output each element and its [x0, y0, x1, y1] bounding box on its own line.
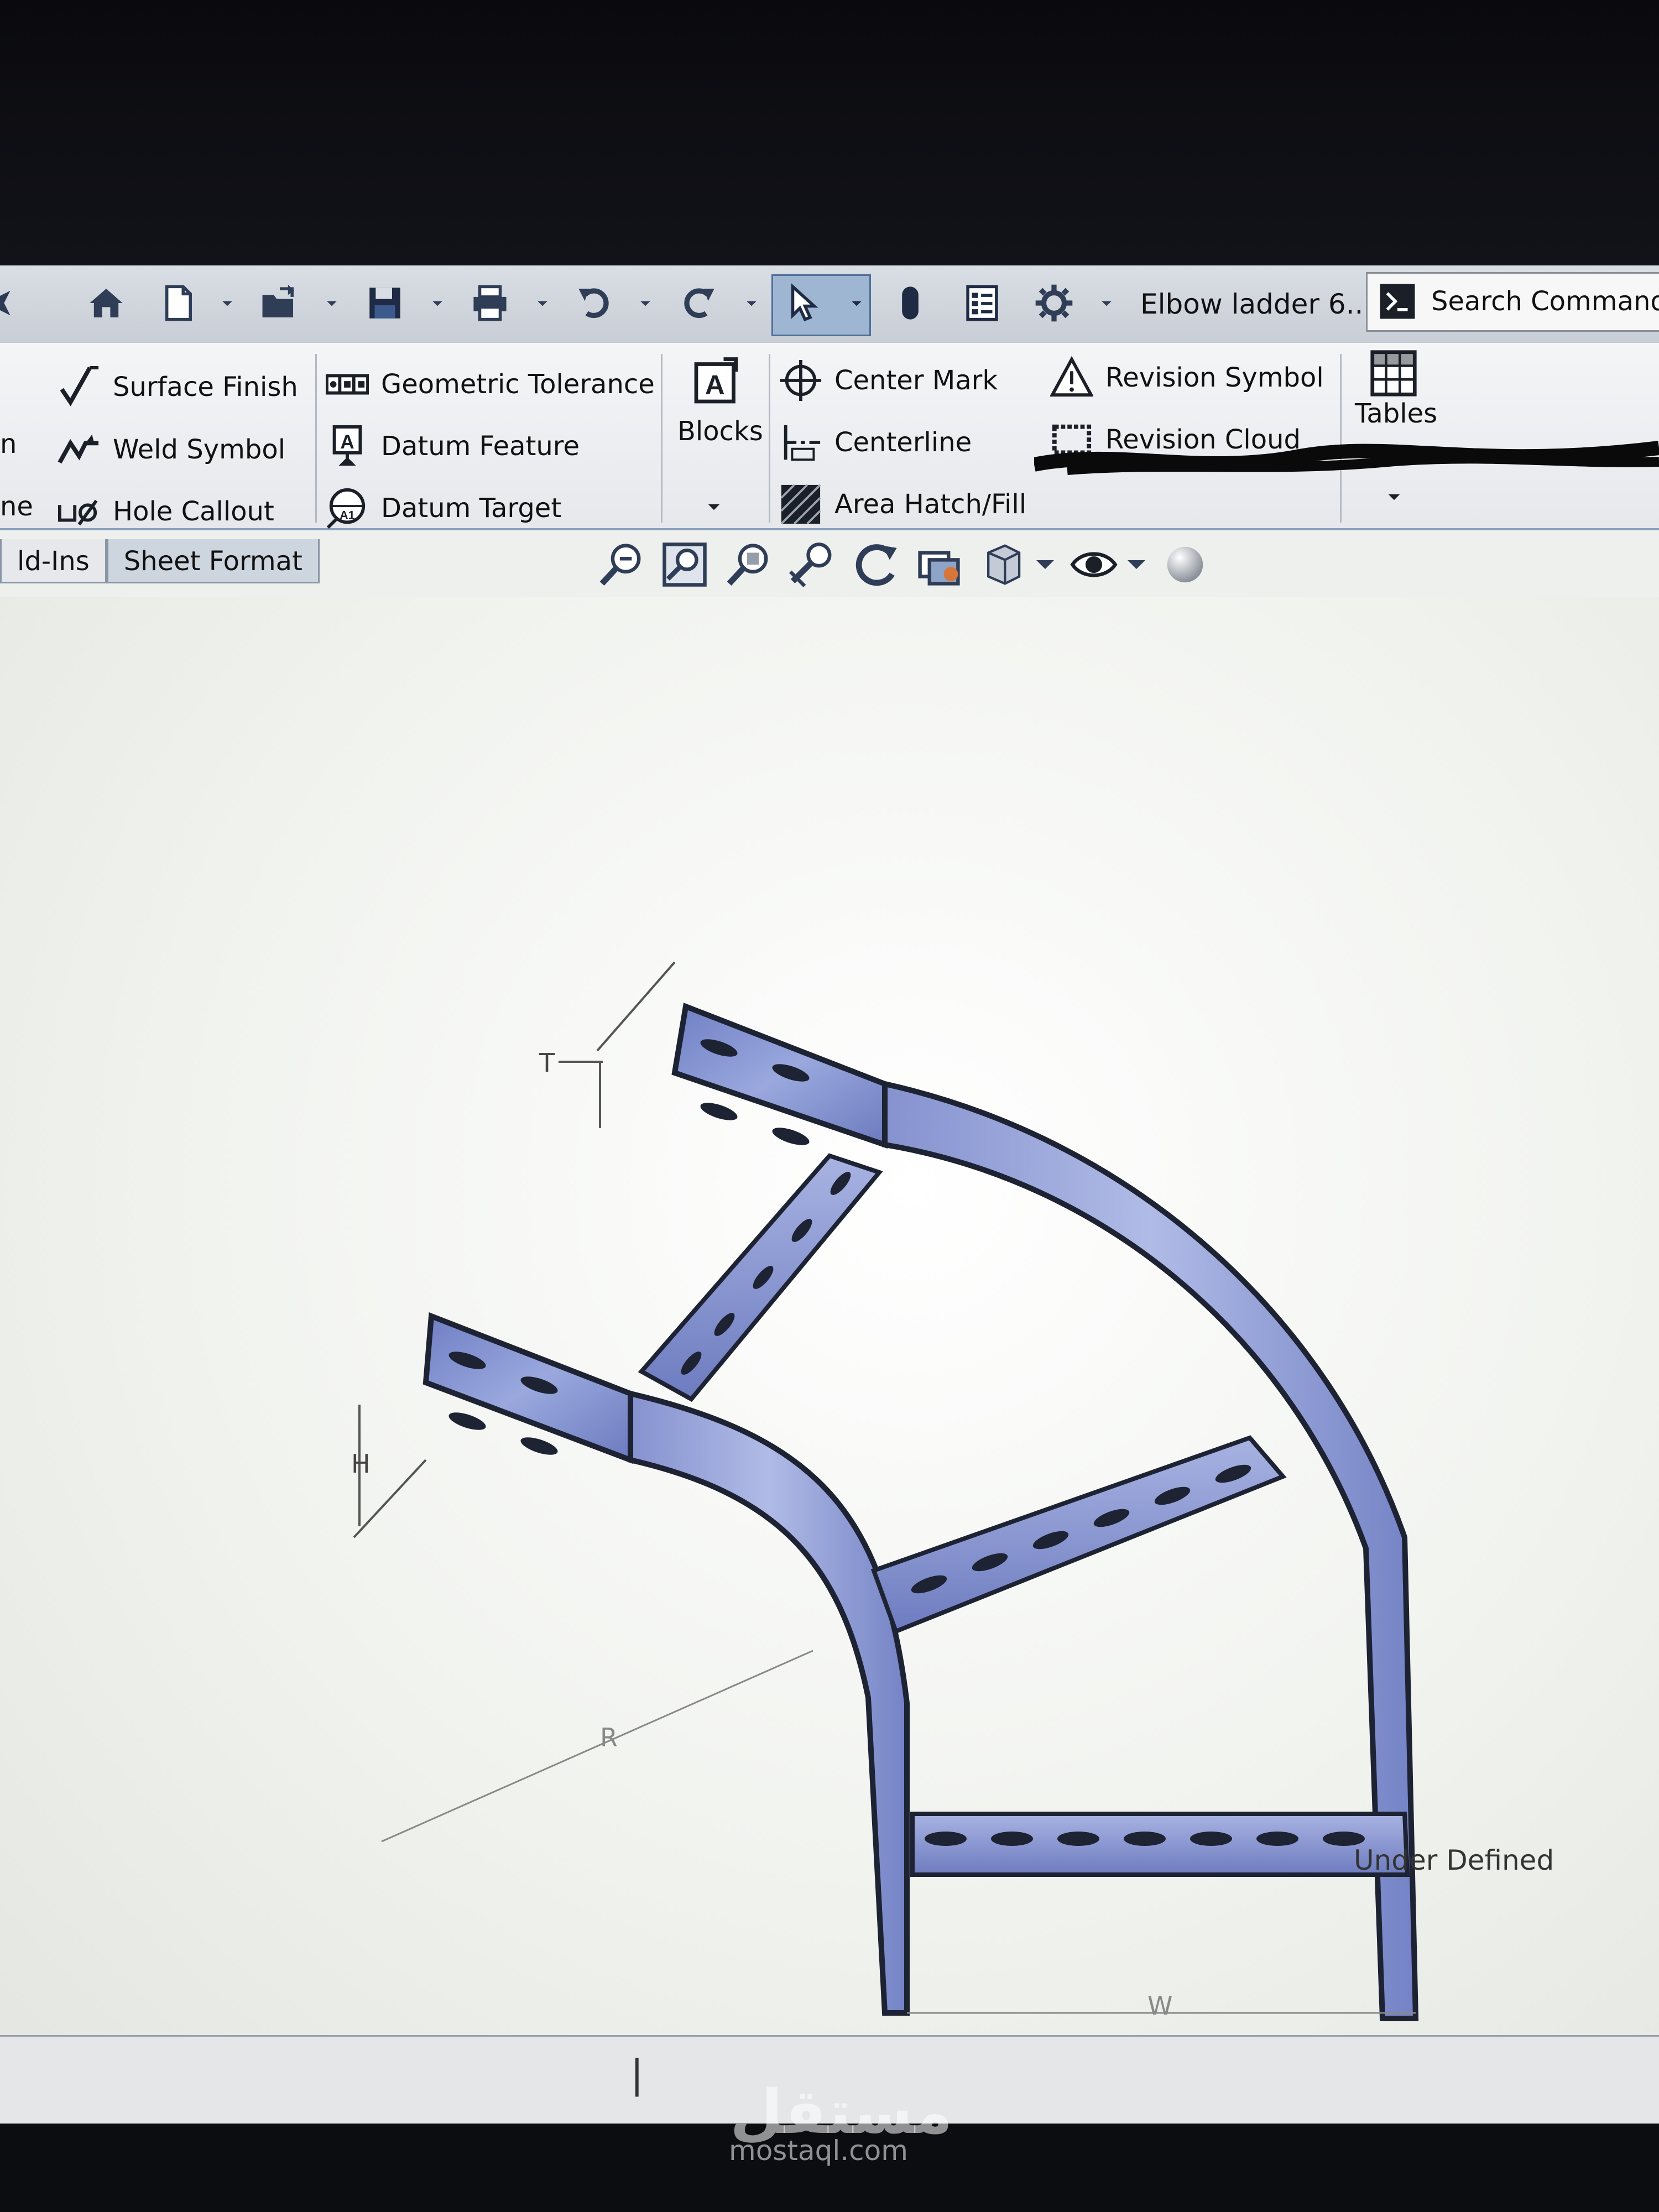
surface-finish-icon	[55, 363, 103, 411]
previous-view-icon[interactable]	[915, 541, 963, 588]
redo-icon[interactable]	[676, 281, 720, 325]
status-under-defined: Under Defined	[1354, 1844, 1554, 1876]
ribbon-partial-label-1[interactable]: n	[0, 429, 17, 460]
datum-target-button[interactable]: A1 Datum Target	[324, 483, 561, 533]
surface-finish-label: Surface Finish	[113, 372, 298, 403]
view-orientation-dropdown-icon[interactable]	[1034, 541, 1056, 588]
text-cursor-icon: |	[630, 2052, 644, 2097]
zoom-to-area-icon[interactable]	[661, 541, 708, 588]
options-gear-icon[interactable]	[1032, 281, 1076, 325]
hole-callout-icon	[55, 488, 103, 535]
tables-icon[interactable]	[1369, 348, 1418, 398]
monitor-bezel-top	[0, 0, 1659, 265]
geometric-tolerance-button[interactable]: Geometric Tolerance	[324, 359, 655, 409]
undo-icon[interactable]	[573, 281, 617, 325]
blocks-label[interactable]: Blocks	[677, 416, 763, 447]
hide-show-dropdown-icon[interactable]	[1125, 541, 1147, 588]
pin-icon[interactable]	[0, 281, 22, 325]
new-dropdown-chevron-icon[interactable]	[219, 290, 236, 317]
revision-symbol-icon	[1048, 354, 1095, 401]
blocks-icon[interactable]: A	[691, 357, 741, 406]
redaction-scribble	[1034, 441, 1659, 475]
hide-show-items-icon[interactable]	[1070, 541, 1118, 588]
undo-dropdown-chevron-icon[interactable]	[637, 290, 654, 317]
center-mark-label: Center Mark	[834, 365, 998, 396]
new-document-icon[interactable]	[156, 281, 200, 325]
svg-text:A: A	[705, 370, 725, 400]
blocks-dropdown-chevron-icon[interactable]	[707, 502, 721, 512]
tables-dropdown-chevron-icon[interactable]	[1387, 492, 1401, 502]
centerline-icon	[777, 419, 825, 466]
zoom-in-out-icon[interactable]	[788, 541, 836, 588]
ribbon-partial-label-2[interactable]: ne	[0, 491, 33, 522]
hole-callout-label: Hole Callout	[113, 496, 274, 527]
watermark-url: mostaql.com	[729, 2135, 908, 2167]
revision-symbol-button[interactable]: Revision Symbol	[1048, 353, 1324, 403]
options-dropdown-chevron-icon[interactable]	[1098, 290, 1115, 317]
revision-symbol-label: Revision Symbol	[1105, 362, 1324, 393]
zoom-to-fit-icon[interactable]	[597, 541, 645, 588]
redo-dropdown-chevron-icon[interactable]	[743, 290, 760, 317]
svg-text:A: A	[340, 431, 354, 453]
datum-target-icon: A1	[324, 484, 371, 532]
weld-symbol-label: Weld Symbol	[113, 434, 286, 465]
rebuild-icon[interactable]	[888, 281, 932, 325]
open-dropdown-chevron-icon[interactable]	[324, 290, 340, 317]
geometric-tolerance-label: Geometric Tolerance	[381, 369, 655, 400]
datum-feature-label: Datum Feature	[381, 431, 580, 462]
datum-target-label: Datum Target	[381, 493, 562, 524]
rotate-view-icon[interactable]	[852, 541, 899, 588]
weld-symbol-icon	[55, 426, 103, 473]
geometric-tolerance-icon	[324, 361, 371, 408]
center-mark-button[interactable]: Center Mark	[777, 356, 998, 405]
svg-text:A1: A1	[340, 509, 354, 522]
quick-access-toolbar: Elbow ladder 6... Search Commands	[0, 265, 1659, 344]
print-icon[interactable]	[468, 281, 512, 325]
open-folder-icon[interactable]	[258, 281, 302, 325]
dimension-W-label: W	[1147, 1991, 1173, 2021]
hole-callout-button[interactable]: Hole Callout	[55, 487, 274, 536]
area-hatch-fill-button[interactable]: Area Hatch/Fill	[777, 479, 1026, 529]
home-icon[interactable]	[84, 281, 128, 325]
save-icon[interactable]	[363, 281, 407, 325]
tab-sheet-format[interactable]: Sheet Format	[106, 539, 320, 583]
select-pointer-icon[interactable]	[781, 281, 825, 325]
file-properties-icon[interactable]	[960, 281, 1004, 325]
center-mark-icon	[777, 357, 825, 404]
print-dropdown-chevron-icon[interactable]	[534, 290, 551, 317]
tab-add-ins[interactable]: ld-Ins	[0, 539, 107, 583]
dimension-R-label: R	[600, 1723, 618, 1752]
appearance-sphere-icon[interactable]	[1161, 541, 1209, 588]
area-hatch-fill-icon	[777, 481, 825, 528]
datum-feature-button[interactable]: A Datum Feature	[324, 421, 580, 471]
surface-finish-button[interactable]: Surface Finish	[55, 362, 298, 412]
view-orientation-icon[interactable]	[979, 541, 1026, 588]
tables-label[interactable]: Tables	[1355, 398, 1437, 429]
command-prompt-icon	[1377, 281, 1418, 322]
document-title: Elbow ladder 6...	[1140, 288, 1373, 320]
datum-feature-icon: A	[324, 422, 371, 470]
save-dropdown-chevron-icon[interactable]	[429, 290, 446, 317]
search-commands-placeholder: Search Commands	[1431, 286, 1659, 317]
dimension-H-label: H	[351, 1449, 371, 1479]
command-manager-tabs: ld-Ins Sheet Format	[0, 539, 320, 583]
centerline-label: Centerline	[834, 427, 972, 458]
weld-symbol-button[interactable]: Weld Symbol	[55, 425, 285, 474]
area-hatch-fill-label: Area Hatch/Fill	[834, 489, 1027, 520]
centerline-button[interactable]: Centerline	[777, 418, 972, 467]
zoom-selection-icon[interactable]	[724, 541, 772, 588]
select-dropdown-chevron-icon[interactable]	[848, 290, 865, 317]
dimension-T-label: T	[539, 1048, 555, 1078]
